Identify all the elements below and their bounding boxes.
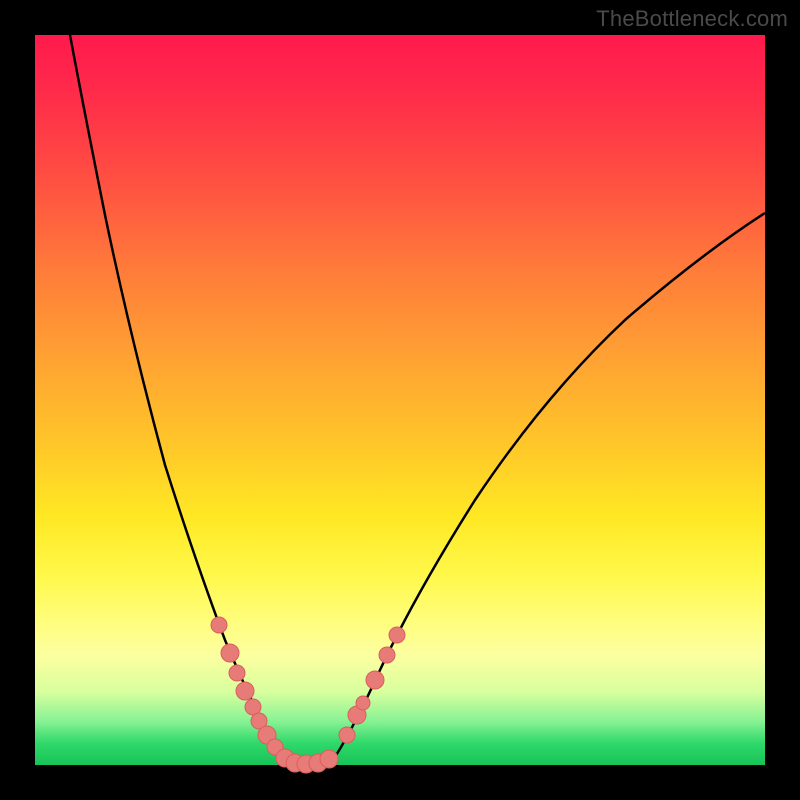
- left-curve: [70, 35, 285, 760]
- plot-area: [35, 35, 765, 765]
- curve-svg: [35, 35, 765, 765]
- chart-frame: TheBottleneck.com: [0, 0, 800, 800]
- right-curve: [335, 213, 765, 757]
- watermark-text: TheBottleneck.com: [596, 6, 788, 32]
- markers-left: [211, 617, 283, 755]
- markers-valley: [276, 749, 338, 773]
- markers-right: [339, 627, 405, 743]
